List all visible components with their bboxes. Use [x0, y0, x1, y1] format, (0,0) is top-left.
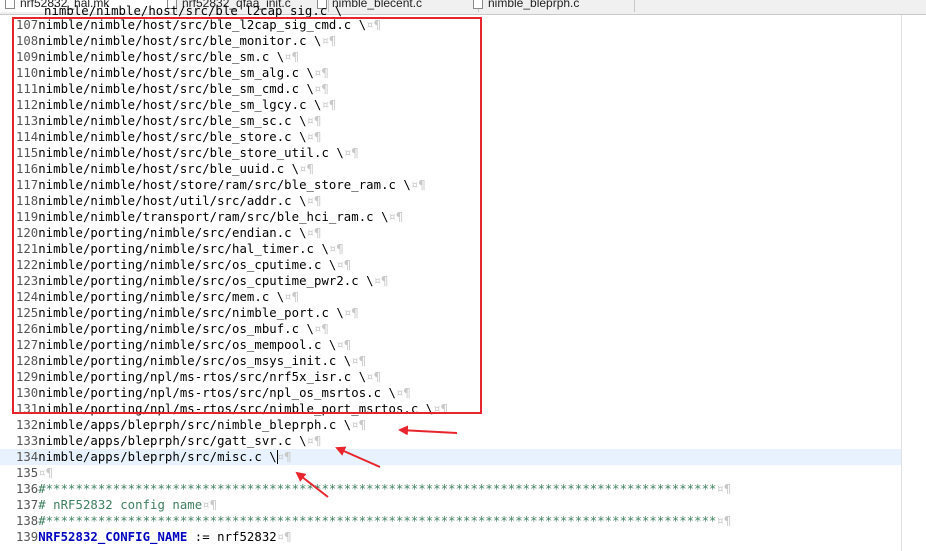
makefile-icon [5, 0, 15, 9]
line-number: 138 [16, 514, 39, 528]
code-line[interactable]: 133nimble/apps/bleprph/src/gatt_svr.c \¤… [16, 433, 321, 449]
line-text: nimble/apps/bleprph/src/gatt_svr.c \ [38, 434, 307, 448]
whitespace-marker: ¤¶ [716, 482, 732, 496]
line-text: #***************************************… [38, 482, 717, 496]
code-line[interactable]: 134nimble/apps/bleprph/src/misc.c \¤¶ [16, 449, 292, 465]
whitespace-marker: ¤¶ [38, 466, 54, 480]
line-number: 139 [16, 530, 39, 544]
highlight-box [12, 17, 482, 414]
line-text: # nRF52832 config name [38, 498, 203, 512]
tab-label: nimble_blecent.c [332, 0, 423, 10]
line-number: 136 [16, 482, 39, 496]
line-text: #***************************************… [38, 514, 717, 528]
c-file-icon [473, 0, 483, 9]
code-line[interactable]: 135¤¶ [16, 465, 53, 481]
whitespace-marker: ¤¶ [716, 514, 732, 528]
line-text: nimble/nimble/host/src/ble_l2cap_sig.c \ [44, 4, 343, 18]
line-number: 132 [16, 418, 39, 432]
line-number: 133 [16, 434, 39, 448]
variable-name: NRF52832_CONFIG_NAME [38, 530, 188, 544]
code-line[interactable]: 138#************************************… [16, 513, 731, 529]
overview-ruler[interactable] [901, 15, 926, 551]
code-line[interactable]: 139NRF52832_CONFIG_NAME := nrf52832¤¶ [16, 529, 292, 545]
whitespace-marker: ¤¶ [351, 418, 367, 432]
whitespace-marker: ¤¶ [202, 498, 218, 512]
line-number: 134 [16, 450, 39, 464]
line-number: 135 [16, 466, 39, 480]
line-text: nimble/apps/bleprph/src/nimble_bleprph.c… [38, 418, 352, 432]
whitespace-marker: ¤¶ [306, 434, 322, 448]
tab-label: nimble_bleprph.c [488, 0, 580, 10]
line-text: nimble/apps/bleprph/src/misc.c \ [38, 450, 277, 464]
code-line[interactable]: 137# nRF52832 config name¤¶ [16, 497, 217, 513]
code-line[interactable]: 136#************************************… [16, 481, 731, 497]
code-line[interactable]: 132nimble/apps/bleprph/src/nimble_bleprp… [16, 417, 366, 433]
tab-nimble-bleprph[interactable]: nimble_bleprph.c [468, 0, 635, 12]
whitespace-marker: ¤¶ [276, 530, 292, 544]
whitespace-marker: ¤¶ [276, 450, 292, 464]
text-cursor [277, 450, 278, 464]
line-number: 137 [16, 498, 39, 512]
line-text: NRF52832_CONFIG_NAME := nrf52832 [38, 530, 277, 544]
